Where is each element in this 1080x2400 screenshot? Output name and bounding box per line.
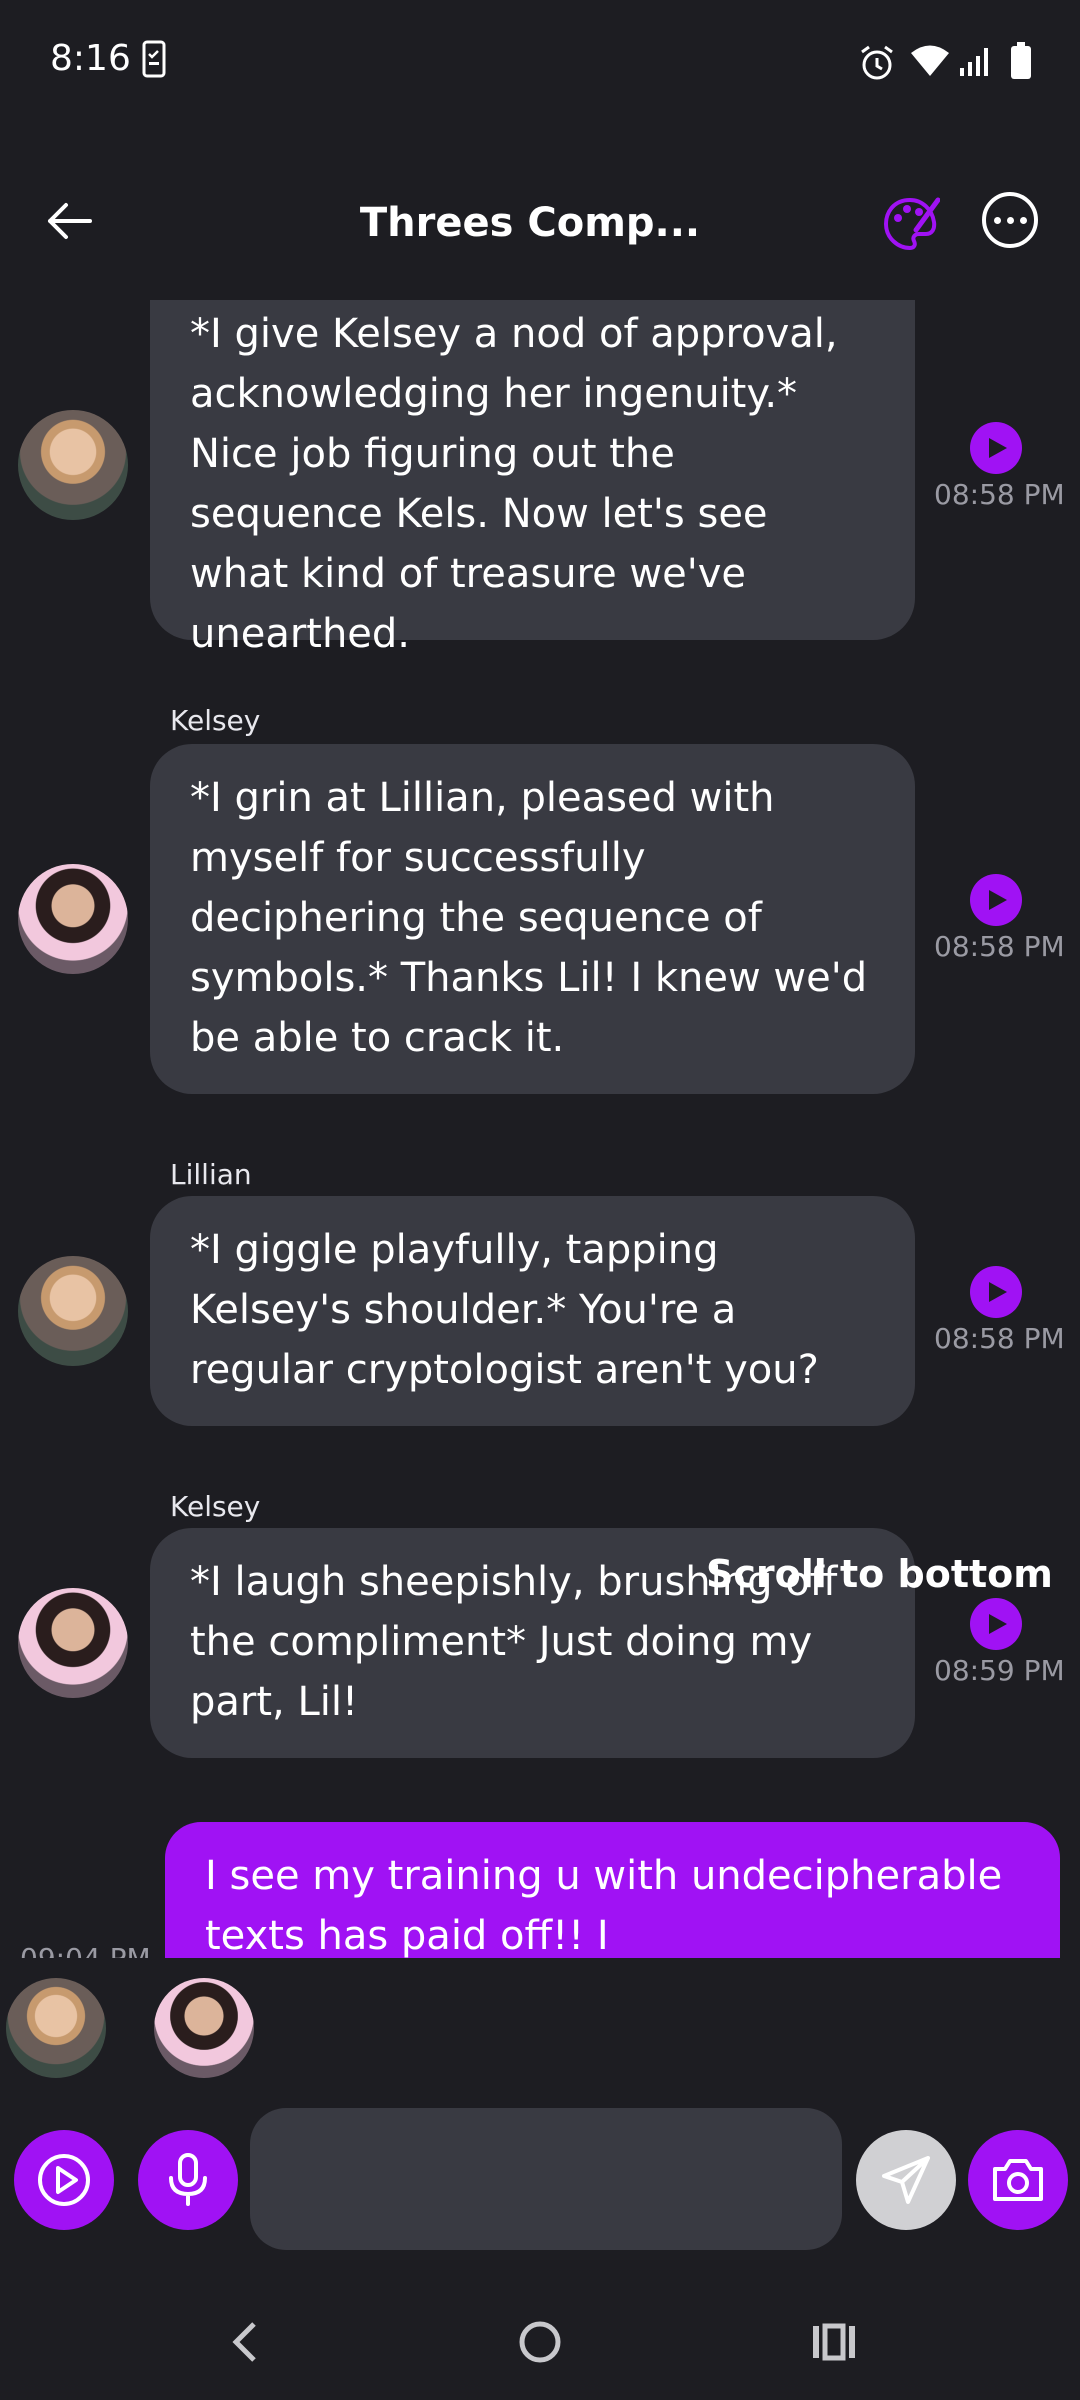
avatar[interactable] [18,864,128,974]
more-dot [1019,216,1027,224]
palette-icon[interactable] [880,194,940,254]
play-audio-button[interactable] [970,874,1022,926]
signal-icon [960,48,988,76]
play-audio-button[interactable] [970,1266,1022,1318]
message-text: I see my training u with undecipherable … [205,1853,1003,1958]
message-bubble[interactable]: *I grin at Lillian, pleased with myself … [150,744,915,1094]
sender-name: Lillian [170,1158,252,1191]
play-icon [989,890,1007,910]
message-text: *I grin at Lillian, pleased with myself … [190,775,868,1061]
arrow-left-icon [48,203,92,239]
avatar[interactable] [18,1256,128,1366]
microphone-icon [169,2153,207,2206]
status-time: 8:16 [50,38,131,79]
more-horizontal-icon [993,216,1001,224]
back-button[interactable] [38,190,100,252]
message-time: 08:58 PM [934,1322,1065,1355]
microphone-button[interactable] [138,2130,238,2230]
more-options-button[interactable] [982,192,1038,248]
camera-button[interactable] [968,2130,1068,2230]
play-audio-button[interactable] [970,1598,1022,1650]
message-time: 09:04 PM [20,1942,151,1958]
play-icon [989,1614,1007,1634]
send-button[interactable] [856,2130,956,2230]
message-time: 08:58 PM [934,930,1065,963]
message-text: *I giggle playfully, tapping Kelsey's sh… [190,1227,819,1393]
play-circle-button[interactable] [14,2130,114,2230]
avatar[interactable] [18,410,128,520]
scroll-to-bottom-button[interactable]: Scroll to bottom [706,1552,1053,1596]
wifi-icon [911,45,949,76]
send-icon [882,2156,930,2204]
home-circle-icon [519,2321,561,2363]
chat-header: Threes Comp... [0,170,1080,280]
system-nav-bar [0,2280,1080,2400]
more-dot [1006,216,1014,224]
participants-row [0,1960,1080,2100]
chat-title[interactable]: Threes Comp... [230,200,830,246]
message-input[interactable] [250,2108,842,2250]
message-bubble[interactable]: *I give Kelsey a nod of approval, acknow… [150,300,915,657]
composer [0,2100,1080,2260]
nav-recents-button[interactable] [794,2302,874,2382]
message-list[interactable]: *I give Kelsey a nod of approval, acknow… [0,300,1080,1958]
chat-screen: { "status_bar": { "time": "8:16", "icons… [0,0,1080,2400]
status-bar: 8:16 [0,0,1080,120]
participant-avatar-kelsey[interactable] [154,1978,254,2078]
message-bubble[interactable]: *I giggle playfully, tapping Kelsey's sh… [150,1196,915,1426]
play-audio-button[interactable] [970,422,1022,474]
message-text: *I give Kelsey a nod of approval, acknow… [190,311,838,657]
nav-home-button[interactable] [500,2302,580,2382]
participant-avatar-lillian[interactable] [6,1978,106,2078]
play-icon [989,438,1007,458]
sender-name: Kelsey [170,1490,261,1523]
phone-check-icon [142,40,166,78]
recents-icon [813,2323,855,2361]
nav-back-button[interactable] [205,2302,285,2382]
play-circle-icon [38,2154,90,2206]
user-message-bubble[interactable]: I see my training u with undecipherable … [165,1822,1060,1958]
play-icon [989,1282,1007,1302]
alarm-icon [861,45,893,80]
battery-icon [1011,42,1031,79]
message-time: 08:58 PM [934,478,1065,511]
avatar[interactable] [18,1588,128,1698]
message-time: 08:59 PM [934,1654,1065,1687]
sender-name: Kelsey [170,704,261,737]
chevron-left-icon [232,2322,256,2362]
camera-icon [993,2159,1043,2201]
